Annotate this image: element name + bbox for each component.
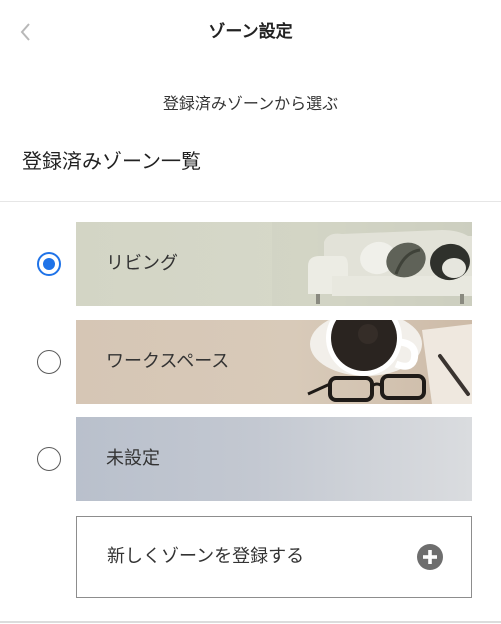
divider <box>0 201 501 202</box>
zone-card-unset[interactable]: 未設定 <box>76 417 472 501</box>
section-title: 登録済みゾーン一覧 <box>22 149 201 173</box>
register-new-zone-label: 新しくゾーンを登録する <box>107 546 305 567</box>
subtitle: 登録済みゾーンから選ぶ <box>162 94 339 113</box>
zone-option-living[interactable]: リビング <box>0 222 501 306</box>
coffee-glasses-image <box>307 320 472 404</box>
plus-circle-icon <box>417 544 443 570</box>
radio-button-selected[interactable] <box>37 252 61 276</box>
zone-card-living[interactable]: リビング <box>76 222 472 306</box>
header: ゾーン設定 <box>0 0 501 64</box>
radio-button[interactable] <box>37 447 61 471</box>
zone-label: ワークスペース <box>106 351 230 372</box>
page-title: ゾーン設定 <box>208 22 293 42</box>
zone-label: リビング <box>106 253 178 274</box>
sofa-image <box>272 222 472 306</box>
zone-option-workspace[interactable]: ワークスペース <box>0 320 501 404</box>
divider <box>0 621 501 623</box>
zone-option-unset[interactable]: 未設定 <box>0 417 501 501</box>
zone-label: 未設定 <box>106 448 160 469</box>
register-new-zone-button[interactable]: 新しくゾーンを登録する <box>76 516 472 598</box>
radio-button[interactable] <box>37 350 61 374</box>
zone-card-workspace[interactable]: ワークスペース <box>76 320 472 404</box>
